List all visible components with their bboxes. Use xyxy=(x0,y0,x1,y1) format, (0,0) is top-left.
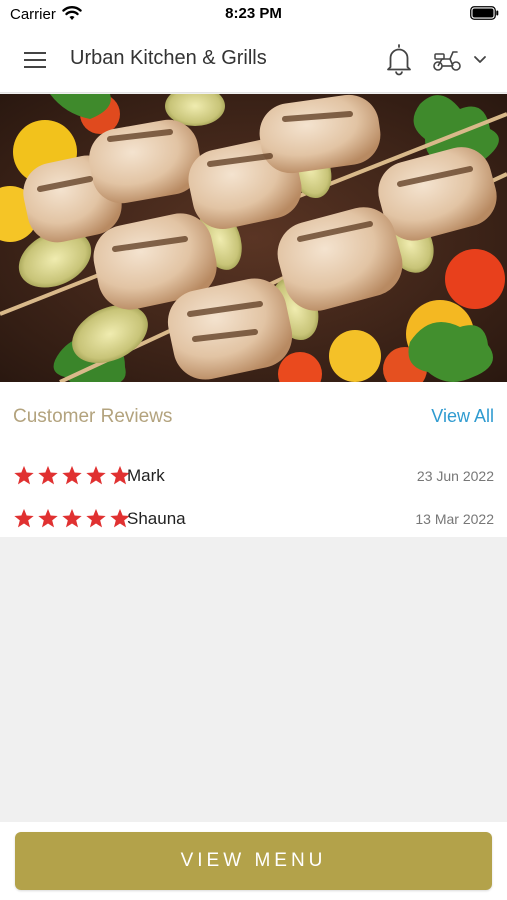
bell-icon[interactable] xyxy=(384,42,414,76)
star-icon xyxy=(62,508,82,528)
review-date: 23 Jun 2022 xyxy=(416,468,494,484)
reviewer-name: Shauna xyxy=(127,509,186,528)
scooter-icon[interactable] xyxy=(431,47,463,73)
star-icon xyxy=(86,508,106,528)
chevron-down-icon[interactable] xyxy=(471,52,489,68)
star-icon xyxy=(14,508,34,528)
status-bar: Carrier 8:23 PM xyxy=(0,0,507,28)
page-title: Urban Kitchen & Grills xyxy=(70,47,267,69)
hero-food-image xyxy=(0,94,507,382)
star-icon xyxy=(14,465,34,485)
star-icon xyxy=(62,465,82,485)
review-date: 13 Mar 2022 xyxy=(415,511,494,527)
bottom-bar: VIEW MENU xyxy=(0,822,507,900)
star-icon xyxy=(86,465,106,485)
menu-icon[interactable] xyxy=(18,46,52,74)
review-row[interactable]: Mark 23 Jun 2022 xyxy=(13,463,494,489)
star-icon xyxy=(38,465,58,485)
star-icon xyxy=(38,508,58,528)
reviewer-name: Mark xyxy=(127,466,165,485)
reviews-heading: Customer Reviews xyxy=(13,406,173,427)
star-rating xyxy=(13,508,131,530)
star-rating xyxy=(13,465,131,487)
view-menu-button[interactable]: VIEW MENU xyxy=(15,832,492,890)
review-row[interactable]: Shauna 13 Mar 2022 xyxy=(13,506,494,532)
app-header: Urban Kitchen & Grills xyxy=(0,28,507,93)
battery-icon xyxy=(470,6,499,20)
status-time: 8:23 PM xyxy=(225,5,282,22)
customer-reviews-section: Customer Reviews View All Mark 23 Jun 20… xyxy=(0,382,507,537)
view-all-link[interactable]: View All xyxy=(431,406,494,427)
